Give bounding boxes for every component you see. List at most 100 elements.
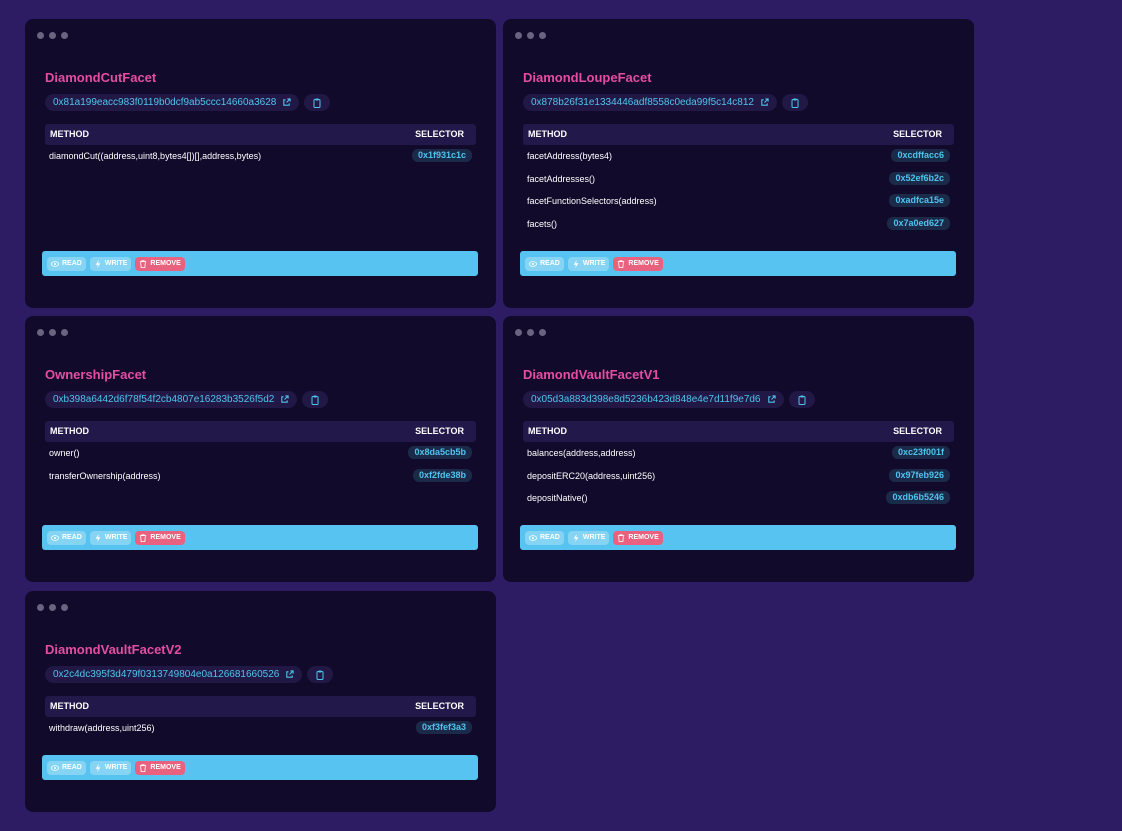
facet-card: DiamondVaultFacetV1 0x05d3a883d398e8d523…	[503, 316, 974, 582]
lightning-icon	[573, 259, 579, 268]
remove-button[interactable]: REMOVE	[613, 256, 663, 271]
method-signature: depositERC20(address,uint256)	[527, 471, 656, 481]
table-row: diamondCut((address,uint8,bytes4[])[],ad…	[45, 148, 476, 166]
method-signature: facetAddresses()	[527, 174, 596, 184]
copy-address-button[interactable]	[782, 94, 808, 111]
window-dots	[37, 32, 68, 39]
window-dots	[37, 329, 68, 336]
selector-badge: 0x97feb926	[889, 469, 950, 482]
method-column-header: METHOD	[50, 426, 89, 436]
selector-badge: 0x1f931c1c	[411, 149, 472, 162]
method-signature: facetFunctionSelectors(address)	[527, 196, 657, 206]
eye-icon	[529, 534, 537, 541]
external-link-icon	[286, 670, 294, 678]
facet-card: DiamondLoupeFacet 0x878b26f31e1334446adf…	[503, 19, 974, 308]
read-button[interactable]: READ	[47, 256, 86, 271]
selector-badge: 0xf2fde38b	[412, 469, 472, 482]
write-button[interactable]: WRITE	[89, 530, 132, 545]
facet-address: 0x05d3a883d398e8d5236b423d848e4e7d11f9e7…	[531, 394, 761, 405]
trash-icon	[618, 259, 625, 268]
copy-address-button[interactable]	[307, 666, 334, 683]
trash-icon	[140, 259, 147, 268]
trash-icon	[618, 533, 625, 542]
selector-badge: 0x7a0ed627	[887, 217, 950, 230]
facet-address-link[interactable]: 0xb398a6442d6f78f54f2cb4807e16283b3526f5…	[45, 391, 298, 408]
lightning-icon	[95, 259, 101, 268]
write-button[interactable]: WRITE	[89, 760, 132, 775]
method-signature: diamondCut((address,uint8,bytes4[])[],ad…	[49, 151, 262, 161]
method-signature: facets()	[527, 219, 558, 229]
table-row: balances(address,address) 0xc23f001f	[523, 445, 954, 463]
write-button[interactable]: WRITE	[567, 256, 610, 271]
selector-badge: 0xcdffacc6	[891, 149, 950, 162]
selector-badge: 0xdb6b5246	[886, 491, 950, 504]
external-link-icon	[281, 395, 289, 403]
selector-column-header: SELECTOR	[893, 426, 942, 436]
action-bar: READ WRITE REMOVE	[42, 251, 478, 276]
facet-address-link[interactable]: 0x81a199eacc983f0119b0dcf9ab5ccc14660a36…	[45, 94, 300, 111]
copy-address-button[interactable]	[788, 391, 815, 408]
method-signature: withdraw(address,uint256)	[49, 723, 155, 733]
trash-icon	[140, 763, 147, 772]
eye-icon	[51, 534, 59, 541]
methods-table-header: METHOD SELECTOR	[523, 421, 954, 442]
eye-icon	[529, 260, 537, 267]
facet-title: DiamondVaultFacetV1	[523, 367, 660, 382]
facet-title: OwnershipFacet	[45, 367, 147, 382]
external-link-icon	[761, 98, 769, 106]
write-button[interactable]: WRITE	[567, 530, 610, 545]
facet-address: 0x878b26f31e1334446adf8558c0eda99f5c14c8…	[531, 97, 754, 108]
selector-badge: 0xc23f001f	[891, 446, 950, 459]
facet-card: DiamondVaultFacetV2 0x2c4dc395f3d479f031…	[25, 591, 496, 812]
read-button[interactable]: READ	[525, 256, 564, 271]
table-row: depositERC20(address,uint256) 0x97feb926	[523, 468, 954, 486]
method-signature: balances(address,address)	[527, 448, 636, 458]
remove-button[interactable]: REMOVE	[135, 256, 185, 271]
external-link-icon	[283, 98, 291, 106]
write-button[interactable]: WRITE	[89, 256, 132, 271]
selector-column-header: SELECTOR	[415, 129, 464, 139]
remove-button[interactable]: REMOVE	[135, 760, 185, 775]
selector-badge: 0xf3fef3a3	[415, 721, 472, 734]
method-column-header: METHOD	[528, 129, 567, 139]
facet-title: DiamondVaultFacetV2	[45, 642, 182, 657]
remove-button[interactable]: REMOVE	[613, 530, 663, 545]
read-button[interactable]: READ	[47, 530, 86, 545]
lightning-icon	[573, 533, 579, 542]
facet-title: DiamondCutFacet	[45, 70, 157, 85]
eye-icon	[51, 764, 59, 771]
facet-address-link[interactable]: 0x2c4dc395f3d479f0313749804e0a1266816605…	[45, 666, 303, 683]
facet-address-link[interactable]: 0x05d3a883d398e8d5236b423d848e4e7d11f9e7…	[523, 391, 784, 408]
copy-address-button[interactable]	[302, 391, 329, 408]
read-button[interactable]: READ	[47, 760, 86, 775]
action-bar: READ WRITE REMOVE	[520, 251, 956, 276]
selector-column-header: SELECTOR	[415, 701, 464, 711]
action-bar: READ WRITE REMOVE	[42, 755, 478, 780]
table-row: facetFunctionSelectors(address) 0xadfca1…	[523, 193, 954, 211]
method-column-header: METHOD	[528, 426, 567, 436]
method-signature: depositNative()	[527, 493, 588, 503]
methods-table-header: METHOD SELECTOR	[45, 421, 476, 442]
window-dots	[515, 32, 546, 39]
action-bar: READ WRITE REMOVE	[42, 525, 478, 550]
read-button[interactable]: READ	[525, 530, 564, 545]
window-dots	[37, 604, 68, 611]
eye-icon	[51, 260, 59, 267]
copy-icon	[311, 395, 319, 405]
table-row: owner() 0x8da5cb5b	[45, 445, 476, 463]
selector-badge: 0x52ef6b2c	[889, 172, 950, 185]
copy-icon	[798, 395, 805, 405]
table-row: facetAddress(bytes4) 0xcdffacc6	[523, 148, 954, 166]
copy-icon	[313, 98, 321, 108]
trash-icon	[140, 533, 147, 542]
selector-badge: 0x8da5cb5b	[408, 446, 472, 459]
facet-card: DiamondCutFacet 0x81a199eacc983f0119b0dc…	[25, 19, 496, 308]
selector-column-header: SELECTOR	[893, 129, 942, 139]
facet-card: OwnershipFacet 0xb398a6442d6f78f54f2cb48…	[25, 316, 496, 582]
table-row: withdraw(address,uint256) 0xf3fef3a3	[45, 720, 476, 738]
methods-table-header: METHOD SELECTOR	[523, 124, 954, 145]
remove-button[interactable]: REMOVE	[135, 530, 185, 545]
lightning-icon	[95, 533, 101, 542]
copy-address-button[interactable]	[304, 94, 331, 111]
facet-address-link[interactable]: 0x878b26f31e1334446adf8558c0eda99f5c14c8…	[523, 94, 777, 111]
